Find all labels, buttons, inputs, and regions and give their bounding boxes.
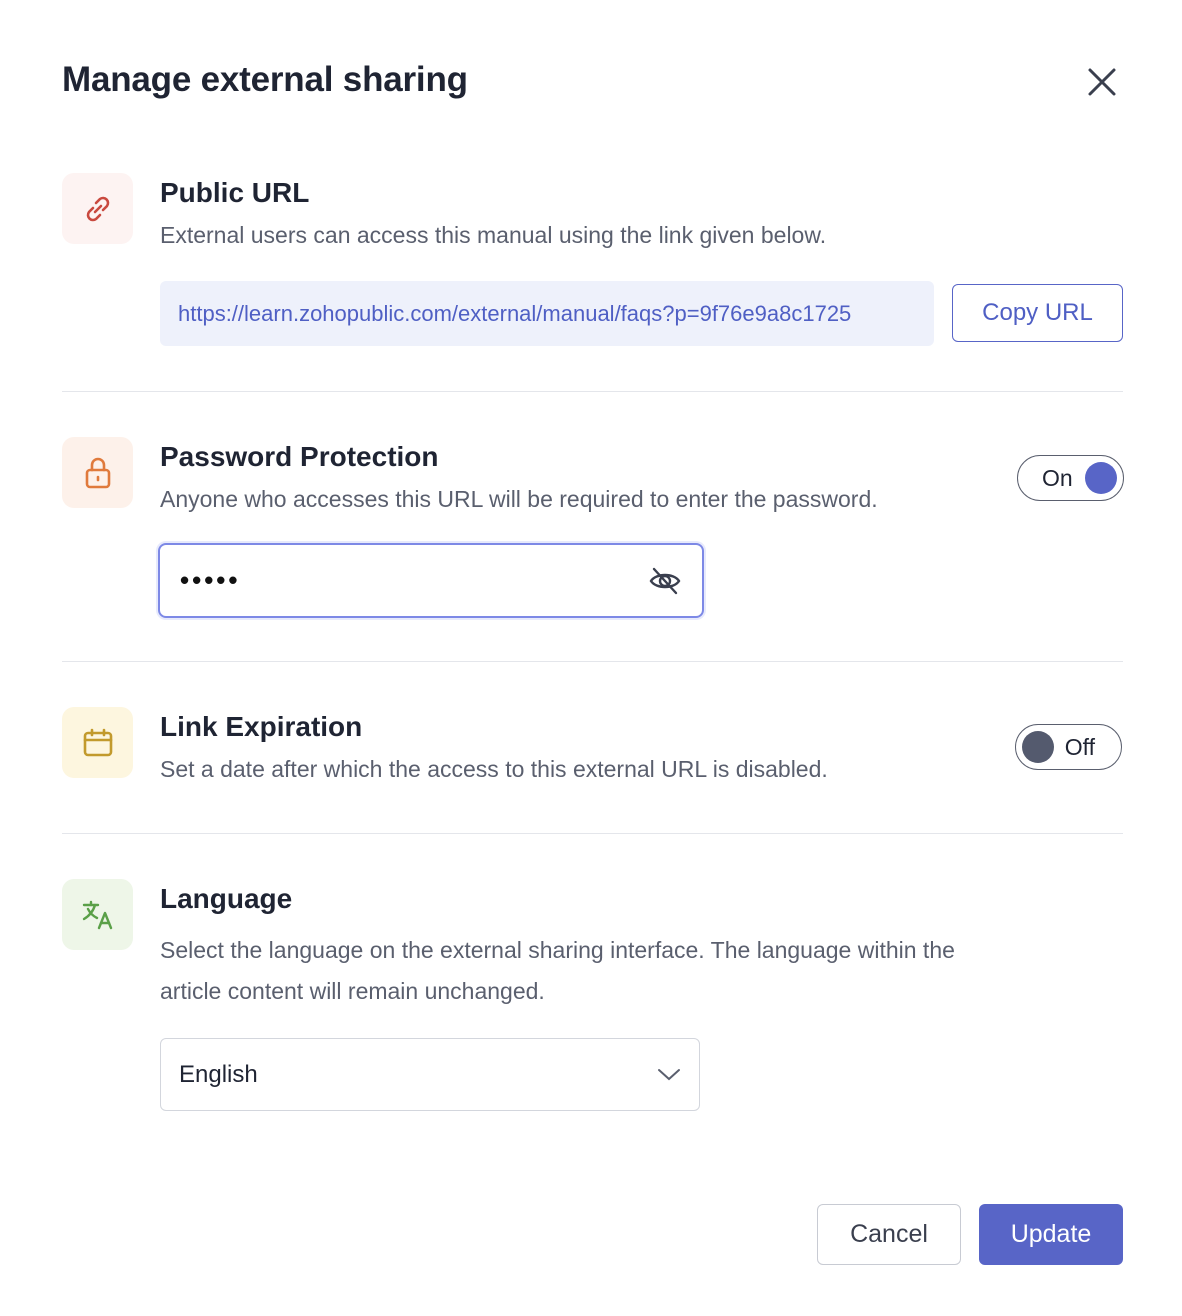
password-icon-tile [62,437,133,508]
link-expiration-icon-tile [62,707,133,778]
update-button[interactable]: Update [979,1204,1123,1265]
public-url-text: https://learn.zohopublic.com/external/ma… [178,300,852,326]
toggle-label: Off [1064,733,1095,760]
public-url-field[interactable]: https://learn.zohopublic.com/external/ma… [160,281,934,346]
cancel-button[interactable]: Cancel [817,1204,961,1265]
divider [62,661,1123,662]
translate-icon [82,900,112,929]
chevron-down-icon [658,1068,680,1080]
calendar-icon [83,728,112,756]
language-description-line2: article content will remain unchanged. [160,978,545,1004]
password-protection-toggle[interactable]: On [1017,455,1124,501]
password-protection-title: Password Protection [160,441,439,472]
toggle-knob [1022,731,1054,763]
divider [62,391,1123,392]
link-expiration-description: Set a date after which the access to thi… [160,756,828,782]
language-selected-value: English [179,1060,258,1088]
language-title: Language [160,883,293,914]
eye-off-icon[interactable] [648,564,682,598]
public-url-description: External users can access this manual us… [160,222,827,248]
close-button[interactable] [1082,62,1122,102]
language-select[interactable]: English [160,1038,700,1111]
password-input[interactable]: ••••• [158,543,704,618]
public-url-title: Public URL [160,177,310,208]
link-icon [86,196,109,221]
divider [62,833,1123,834]
toggle-label: On [1042,464,1073,491]
password-value: ••••• [180,565,241,595]
password-protection-description: Anyone who accesses this URL will be req… [160,486,878,512]
dialog-title: Manage external sharing [62,60,468,99]
manage-external-sharing-dialog: Manage external sharing Public URL Exter… [0,0,1182,1316]
public-url-icon-tile [62,173,133,244]
language-icon-tile [62,879,133,950]
close-icon [1088,68,1116,96]
lock-icon [85,457,110,488]
language-description-line1: Select the language on the external shar… [160,937,955,963]
link-expiration-title: Link Expiration [160,711,363,742]
copy-url-button[interactable]: Copy URL [952,284,1123,342]
link-expiration-toggle[interactable]: Off [1015,724,1122,770]
toggle-knob [1085,462,1117,494]
